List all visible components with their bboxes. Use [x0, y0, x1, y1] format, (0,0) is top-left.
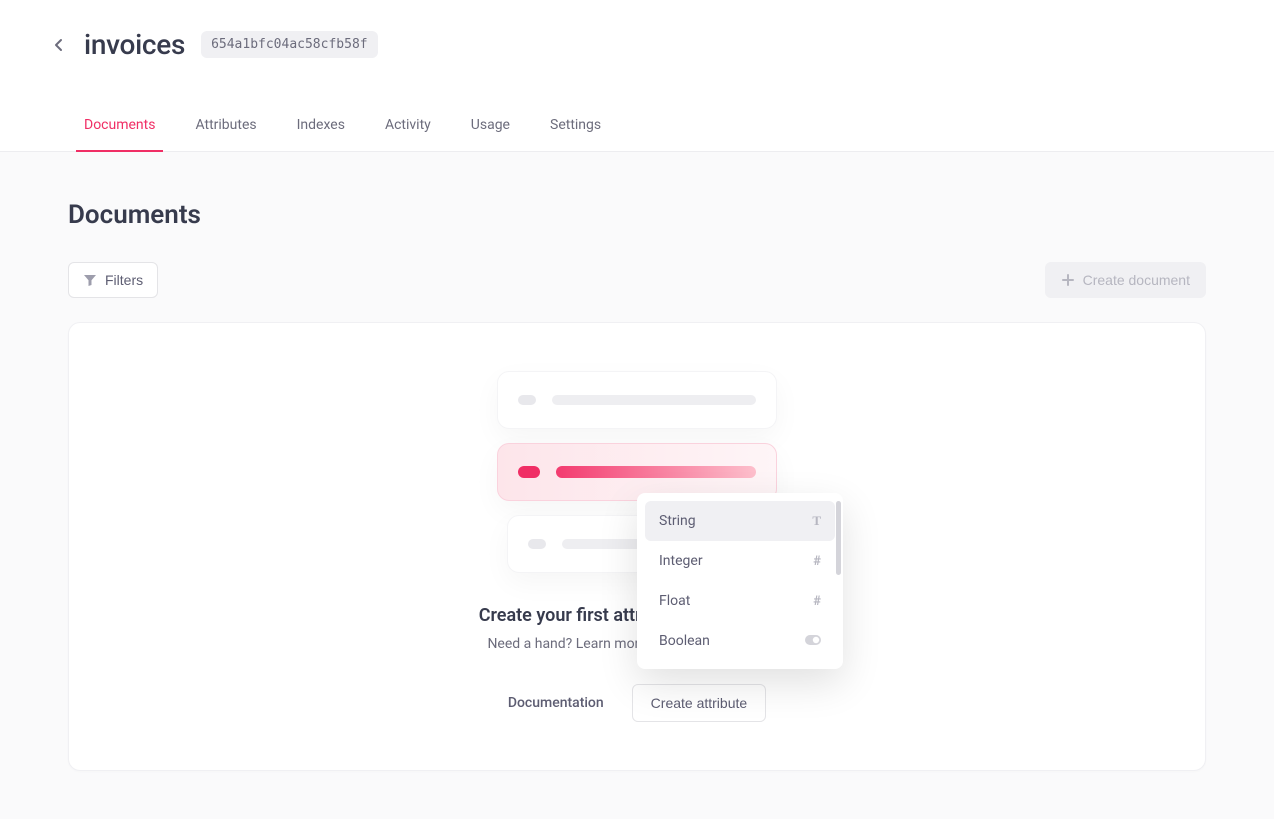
filters-label: Filters	[105, 272, 143, 288]
type-toggle-icon	[805, 634, 821, 649]
create-document-label: Create document	[1083, 272, 1190, 288]
dropdown-item-float[interactable]: Float #	[645, 581, 835, 621]
tab-documents[interactable]: Documents	[84, 117, 155, 151]
tab-settings[interactable]: Settings	[550, 117, 601, 151]
tab-indexes[interactable]: Indexes	[297, 117, 345, 151]
dropdown-scrollbar[interactable]	[836, 501, 841, 575]
dropdown-item-string[interactable]: String T	[645, 501, 835, 541]
dropdown-item-label: Float	[659, 593, 690, 609]
filters-button[interactable]: Filters	[68, 262, 158, 298]
section-title: Documents	[68, 200, 1206, 230]
dropdown-item-boolean[interactable]: Boolean	[645, 621, 835, 661]
type-text-icon: T	[812, 513, 821, 529]
tabs: Documents Attributes Indexes Activity Us…	[0, 117, 1274, 152]
type-number-icon: #	[813, 594, 821, 609]
dropdown-item-label: Integer	[659, 553, 703, 569]
chevron-left-icon	[54, 38, 63, 52]
page-title: invoices	[84, 28, 185, 61]
create-document-button[interactable]: Create document	[1045, 262, 1206, 298]
create-attribute-button[interactable]: Create attribute	[632, 684, 767, 722]
documentation-link[interactable]: Documentation	[508, 695, 604, 711]
type-number-icon: #	[813, 554, 821, 569]
dropdown-item-label: Boolean	[659, 633, 710, 649]
back-button[interactable]	[48, 35, 68, 55]
tab-usage[interactable]: Usage	[471, 117, 510, 151]
collection-id-badge[interactable]: 654a1bfc04ac58cfb58f	[201, 31, 378, 58]
attribute-type-dropdown: String T Integer # Float # Boolean	[637, 493, 843, 669]
tab-attributes[interactable]: Attributes	[195, 117, 256, 151]
dropdown-item-integer[interactable]: Integer #	[645, 541, 835, 581]
tab-activity[interactable]: Activity	[385, 117, 431, 151]
dropdown-item-label: String	[659, 513, 696, 529]
plus-icon	[1061, 273, 1075, 287]
filter-icon	[83, 273, 97, 287]
empty-state-card: Create your first attribute to get start…	[68, 322, 1206, 771]
